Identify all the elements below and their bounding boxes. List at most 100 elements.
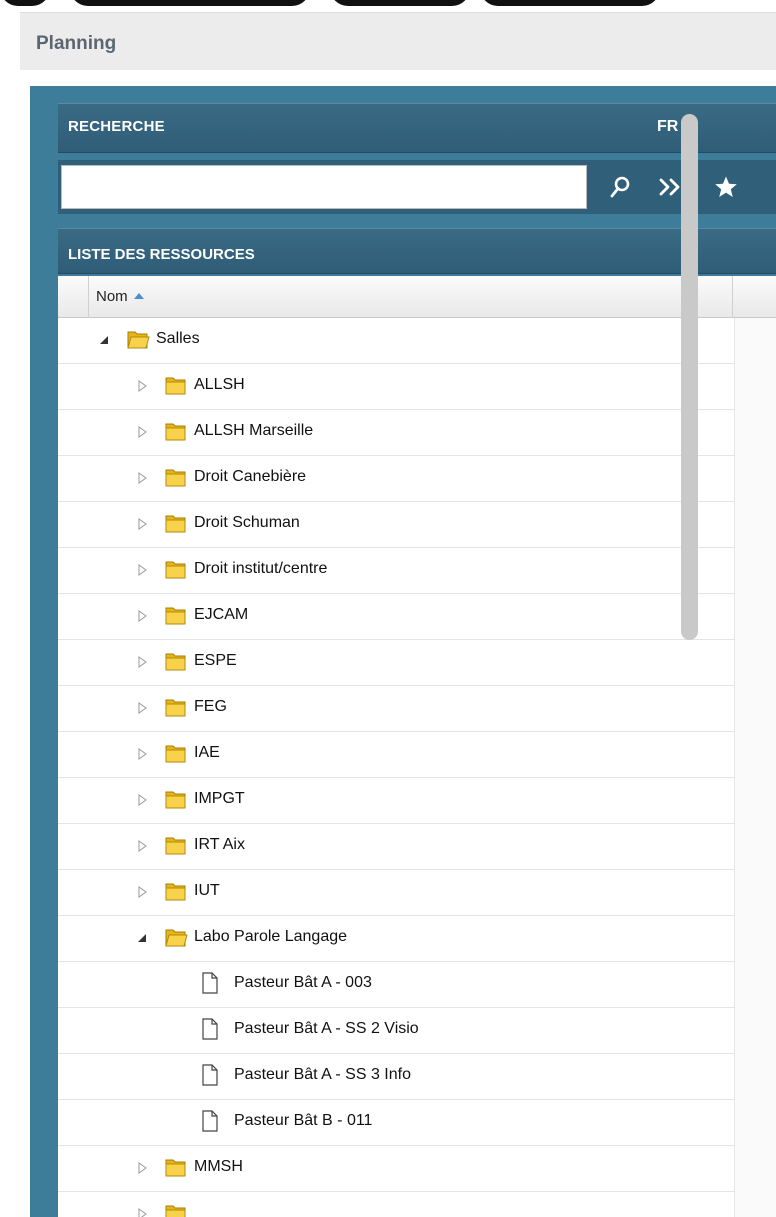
expanded-triangle-icon[interactable] [98,334,110,346]
column-header-nom[interactable]: Nom [96,288,144,305]
tree-folder-row[interactable]: Droit Canebière [58,456,734,502]
tree-rows: Salles ALLSH ALLSH Marseille Droit Canebièr… [58,318,734,1217]
collapsed-triangle-icon[interactable] [136,1208,148,1217]
document-icon [202,1110,218,1132]
open-folder-icon [127,331,150,349]
document-icon [202,972,218,994]
resource-list-header: LISTE DES RESSOURCES [58,228,776,274]
scrollbar-thumb[interactable] [681,114,698,640]
folder-icon [165,1205,186,1217]
folder-icon [165,745,186,763]
collapsed-triangle-icon[interactable] [136,748,148,760]
tree-folder-row[interactable]: FEG [58,686,734,732]
tree-file-row[interactable]: Pasteur Bât A - 003 [58,962,734,1008]
search-section-header: RECHERCHE FR [58,103,776,153]
folder-icon [165,377,186,395]
tree-folder-row[interactable]: Salles [58,318,734,364]
tree-item-label: Pasteur Bât A - SS 3 Info [234,1066,411,1083]
sort-ascending-icon [133,293,144,299]
tree-folder-row[interactable]: IAE [58,732,734,778]
folder-icon [165,791,186,809]
collapsed-triangle-icon[interactable] [136,702,148,714]
collapsed-triangle-icon[interactable] [136,840,148,852]
tree-folder-row[interactable]: Labo Parole Langage [58,916,734,962]
search-bar [58,160,776,214]
tree-item-label: Pasteur Bât A - SS 2 Visio [234,1020,419,1037]
tree-file-row[interactable]: Pasteur Bât B - 011 [58,1100,734,1146]
tree-item-label: MMSH [194,1158,243,1175]
tree-item-label: IAE [194,744,220,761]
collapsed-triangle-icon[interactable] [136,564,148,576]
collapsed-triangle-icon[interactable] [136,380,148,392]
tree-folder-row[interactable]: ALLSH [58,364,734,410]
tree-folder-row[interactable]: EJCAM [58,594,734,640]
collapsed-triangle-icon[interactable] [136,472,148,484]
star-icon [715,176,737,197]
tree-folder-row[interactable]: ESPE [58,640,734,686]
tree-folder-row[interactable]: Droit institut/centre [58,548,734,594]
tree-item-label: Labo Parole Langage [194,928,348,945]
collapsed-triangle-icon[interactable] [136,426,148,438]
favorites-button[interactable] [710,170,742,204]
page-header: Planning [20,12,776,70]
expanded-triangle-icon[interactable] [136,932,148,944]
open-folder-icon [165,929,188,947]
tree-folder-row[interactable]: ALLSH Marseille [58,410,734,456]
tree-item-label: IRT Aix [194,836,245,853]
column-divider [88,276,89,318]
column-divider [732,276,733,318]
tree-folder-row[interactable]: MMSH [58,1146,734,1192]
resource-tree: Nom Salles ALLSH ALLSH Marseille Droit Cane… [58,276,776,1217]
collapsed-triangle-icon[interactable] [136,610,148,622]
cropped-banner [0,0,776,10]
folder-icon [165,561,186,579]
double-chevron-right-icon [659,178,680,196]
collapsed-triangle-icon[interactable] [136,656,148,668]
folder-icon [165,699,186,717]
folder-icon [165,837,186,855]
tree-item-label: Droit Canebière [194,468,307,485]
search-button[interactable] [604,170,636,204]
tree-file-row[interactable]: Pasteur Bât A - SS 2 Visio [58,1008,734,1054]
tree-item-label: EJCAM [194,606,249,623]
column-header-label: Nom [96,288,128,305]
tree-item-label: Pasteur Bât B - 011 [234,1112,373,1129]
tree-folder-row[interactable]: IUT [58,870,734,916]
folder-icon [165,607,186,625]
collapsed-triangle-icon[interactable] [136,794,148,806]
search-input[interactable] [61,165,587,209]
document-icon [202,1064,218,1086]
folder-icon [165,423,186,441]
language-selector[interactable]: FR [657,118,678,136]
page-title: Planning [36,33,117,54]
search-section-title: RECHERCHE [68,118,165,135]
tree-item-label: FEG [194,698,227,715]
folder-icon [165,515,186,533]
tree-folder-row[interactable]: IMPGT [58,778,734,824]
tree-item-label: Droit institut/centre [194,560,328,577]
tree-item-label: Salles [156,330,200,347]
search-icon [610,176,630,198]
tree-item-label: IMPGT [194,790,245,807]
folder-icon [165,469,186,487]
collapsed-triangle-icon[interactable] [136,886,148,898]
tree-item-label: Pasteur Bât A - 003 [234,974,372,991]
tree-item-label: ESPE [194,652,237,669]
scrollbar-track[interactable] [734,318,776,1217]
tree-item-label: ALLSH [194,376,245,393]
collapsed-triangle-icon[interactable] [136,518,148,530]
tree-folder-row[interactable]: Droit Schuman [58,502,734,548]
collapsed-triangle-icon[interactable] [136,1162,148,1174]
tree-item-label: IUT [194,882,220,899]
column-header: Nom [58,276,776,318]
tree-folder-row[interactable]: IRT Aix [58,824,734,870]
tree-folder-row[interactable] [58,1192,734,1217]
folder-icon [165,1159,186,1177]
folder-icon [165,653,186,671]
resource-list-title: LISTE DES RESSOURCES [68,246,255,263]
document-icon [202,1018,218,1040]
tree-file-row[interactable]: Pasteur Bât A - SS 3 Info [58,1054,734,1100]
folder-icon [165,883,186,901]
tree-item-label: ALLSH Marseille [194,422,314,439]
tree-item-label: Droit Schuman [194,514,300,531]
